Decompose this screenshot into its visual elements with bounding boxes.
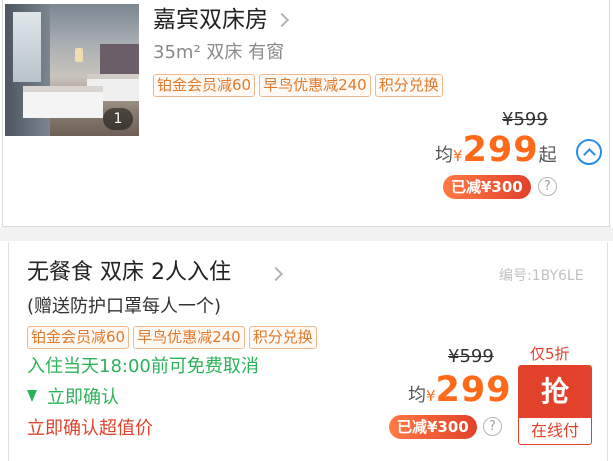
- promo-tag: 铂金会员减60: [27, 326, 130, 349]
- plan-tags: 铂金会员减60 早鸟优惠减240 积分兑换: [27, 326, 317, 349]
- avg-label: 均: [435, 145, 453, 166]
- room-meta: 35m² 双床 有窗: [153, 42, 285, 63]
- price-suffix: 起: [538, 145, 557, 166]
- price-value: 299: [462, 130, 539, 170]
- discount-badge: 已减¥300: [443, 175, 531, 199]
- lightning-icon: [27, 390, 37, 402]
- photo-lamp: [75, 48, 83, 62]
- section-divider: [0, 227, 613, 241]
- photo-bed: [23, 86, 103, 118]
- photo-window: [13, 12, 41, 82]
- chevron-up-circle-icon[interactable]: [576, 139, 602, 165]
- question-circle-icon[interactable]: ?: [483, 417, 502, 436]
- value-label: 立即确认超值价: [27, 418, 153, 439]
- room-tags: 铂金会员减60 早鸟优惠减240 积分兑换: [153, 74, 443, 97]
- plan-code: 编号:1BY6LE: [499, 268, 584, 284]
- cancel-policy: 入住当天18:00前可免费取消: [27, 356, 259, 377]
- avg-label: 均: [408, 385, 426, 406]
- room-title[interactable]: 嘉宾双床房: [153, 6, 268, 34]
- promo-tag: 早鸟优惠减240: [259, 74, 371, 97]
- original-price: ¥599: [448, 346, 494, 367]
- discount-badge: 已减¥300: [389, 415, 477, 439]
- question-circle-icon[interactable]: ?: [538, 177, 557, 196]
- plan-title[interactable]: 无餐食 双床 2人入住: [27, 258, 231, 288]
- book-button-main: 抢: [519, 366, 591, 418]
- currency-symbol: ¥: [453, 147, 463, 165]
- original-price: ¥599: [502, 109, 548, 130]
- instant-confirm: 立即确认: [27, 385, 119, 411]
- promo-tag: 积分兑换: [248, 326, 317, 349]
- plan-gift: (赠送防护口罩每人一个): [27, 296, 222, 317]
- avg-price: 均¥299起: [435, 130, 557, 170]
- currency-symbol: ¥: [426, 387, 436, 405]
- book-button[interactable]: 抢 在线付: [518, 365, 592, 445]
- confirm-label: 立即确认: [47, 387, 119, 408]
- photo-count-badge: 1: [103, 108, 133, 130]
- price-value: 299: [435, 370, 512, 410]
- promo-tag: 早鸟优惠减240: [133, 326, 245, 349]
- promo-tag: 积分兑换: [374, 74, 443, 97]
- promo-tag: 铂金会员减60: [153, 74, 256, 97]
- sale-label: 仅5折: [530, 345, 570, 363]
- photo-headboard: [100, 44, 139, 74]
- book-button-sub: 在线付: [530, 421, 579, 440]
- avg-price: 均¥299: [408, 370, 512, 410]
- room-photo[interactable]: 1: [5, 4, 139, 136]
